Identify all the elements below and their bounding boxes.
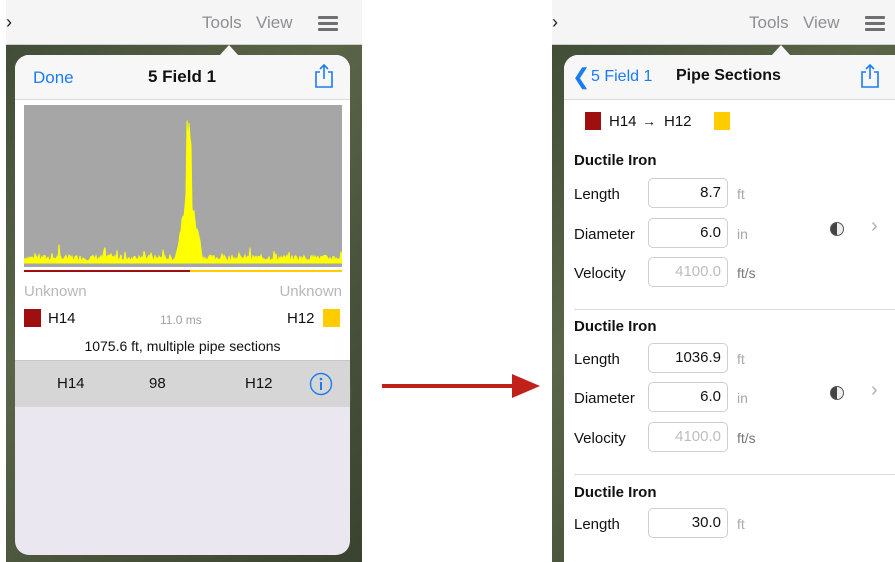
length-input[interactable]: 8.7: [648, 178, 728, 208]
section-material: Ductile Iron: [574, 318, 657, 335]
result-from: H14: [57, 375, 85, 392]
chevron-right-icon[interactable]: ›: [871, 215, 878, 238]
length-input[interactable]: 30.0: [648, 508, 728, 538]
length-unit: ft: [737, 351, 745, 367]
left-screenshot: › Tools View Done 5 Field 1 Unknown Unkn…: [6, 0, 362, 562]
left-material-label: Unknown: [24, 283, 87, 300]
view-menu[interactable]: View: [803, 13, 840, 33]
length-unit: ft: [737, 516, 745, 532]
hamburger-icon[interactable]: [318, 16, 338, 31]
from-swatch: [585, 112, 601, 130]
done-button[interactable]: Done: [33, 68, 74, 88]
length-label: Length: [574, 351, 620, 368]
section-material: Ductile Iron: [574, 484, 657, 501]
length-unit: ft: [737, 186, 745, 202]
popover-title: 5 Field 1: [148, 67, 217, 86]
popover-arrow: [220, 45, 238, 55]
signal-plot: [24, 105, 342, 272]
diameter-input[interactable]: 6.0: [648, 382, 728, 412]
section-divider: [574, 474, 895, 475]
toolbar-back-glyph[interactable]: ›: [6, 12, 12, 33]
section-divider: [574, 309, 895, 310]
right-screenshot: › Tools View ❮ 5 Field 1 Pipe Sections H…: [552, 0, 895, 562]
diameter-unit: in: [737, 390, 748, 406]
info-icon[interactable]: [309, 372, 333, 396]
diameter-unit: in: [737, 226, 748, 242]
to-swatch: [714, 112, 730, 130]
diameter-input[interactable]: 6.0: [648, 218, 728, 248]
share-icon[interactable]: [314, 63, 334, 89]
tools-menu[interactable]: Tools: [749, 13, 789, 33]
length-label: Length: [574, 516, 620, 533]
left-hydrant-label: H14: [48, 310, 76, 327]
left-hydrant-swatch: [24, 309, 41, 327]
diameter-label: Diameter: [574, 390, 635, 407]
view-menu[interactable]: View: [256, 13, 293, 33]
app-toolbar: › Tools View: [6, 0, 362, 45]
velocity-label: Velocity: [574, 430, 626, 447]
summary-text: 1075.6 ft, multiple pipe sections: [84, 338, 281, 354]
length-label: Length: [574, 186, 620, 203]
right-material-label: Unknown: [279, 283, 342, 300]
velocity-input[interactable]: 4100.0: [648, 257, 728, 287]
result-to: H12: [245, 375, 273, 392]
pipe-sections-popover: ❮ 5 Field 1 Pipe Sections H14 → H12 Duct…: [564, 55, 895, 562]
diameter-label: Diameter: [574, 226, 635, 243]
chevron-right-icon[interactable]: ›: [871, 379, 878, 402]
route-to: H12: [664, 113, 692, 130]
popover-arrow: [772, 45, 790, 55]
right-hydrant-label: H12: [287, 310, 315, 327]
velocity-input[interactable]: 4100.0: [648, 422, 728, 452]
material-pie-icon[interactable]: [830, 222, 844, 236]
velocity-label: Velocity: [574, 265, 626, 282]
tools-menu[interactable]: Tools: [202, 13, 242, 33]
transition-arrow: [382, 374, 540, 398]
back-chevron-icon[interactable]: ❮: [572, 64, 590, 90]
velocity-unit: ft/s: [737, 430, 756, 446]
route-arrow-icon: →: [642, 113, 656, 129]
route-from: H14: [609, 113, 637, 130]
toolbar-back-glyph[interactable]: ›: [552, 12, 558, 33]
result-value: 98: [149, 375, 166, 392]
delay-label: 11.0 ms: [160, 313, 202, 327]
popover-navbar: ❮ 5 Field 1 Pipe Sections: [564, 55, 895, 100]
section-material: Ductile Iron: [574, 152, 657, 169]
popover-navbar: Done 5 Field 1: [15, 55, 350, 100]
popover-title: Pipe Sections: [676, 67, 781, 84]
material-pie-icon[interactable]: [830, 386, 844, 400]
app-toolbar: › Tools View: [552, 0, 895, 45]
length-input[interactable]: 1036.9: [648, 343, 728, 373]
share-icon[interactable]: [860, 63, 880, 89]
velocity-unit: ft/s: [737, 265, 756, 281]
right-hydrant-swatch: [323, 309, 340, 327]
back-button[interactable]: 5 Field 1: [591, 68, 652, 86]
hamburger-icon[interactable]: [865, 16, 885, 31]
route-row: H14 → H12: [564, 100, 895, 144]
field-popover: Done 5 Field 1 Unknown Unknown H14 11.0 …: [15, 55, 350, 555]
result-row[interactable]: H14 98 H12: [15, 360, 350, 407]
